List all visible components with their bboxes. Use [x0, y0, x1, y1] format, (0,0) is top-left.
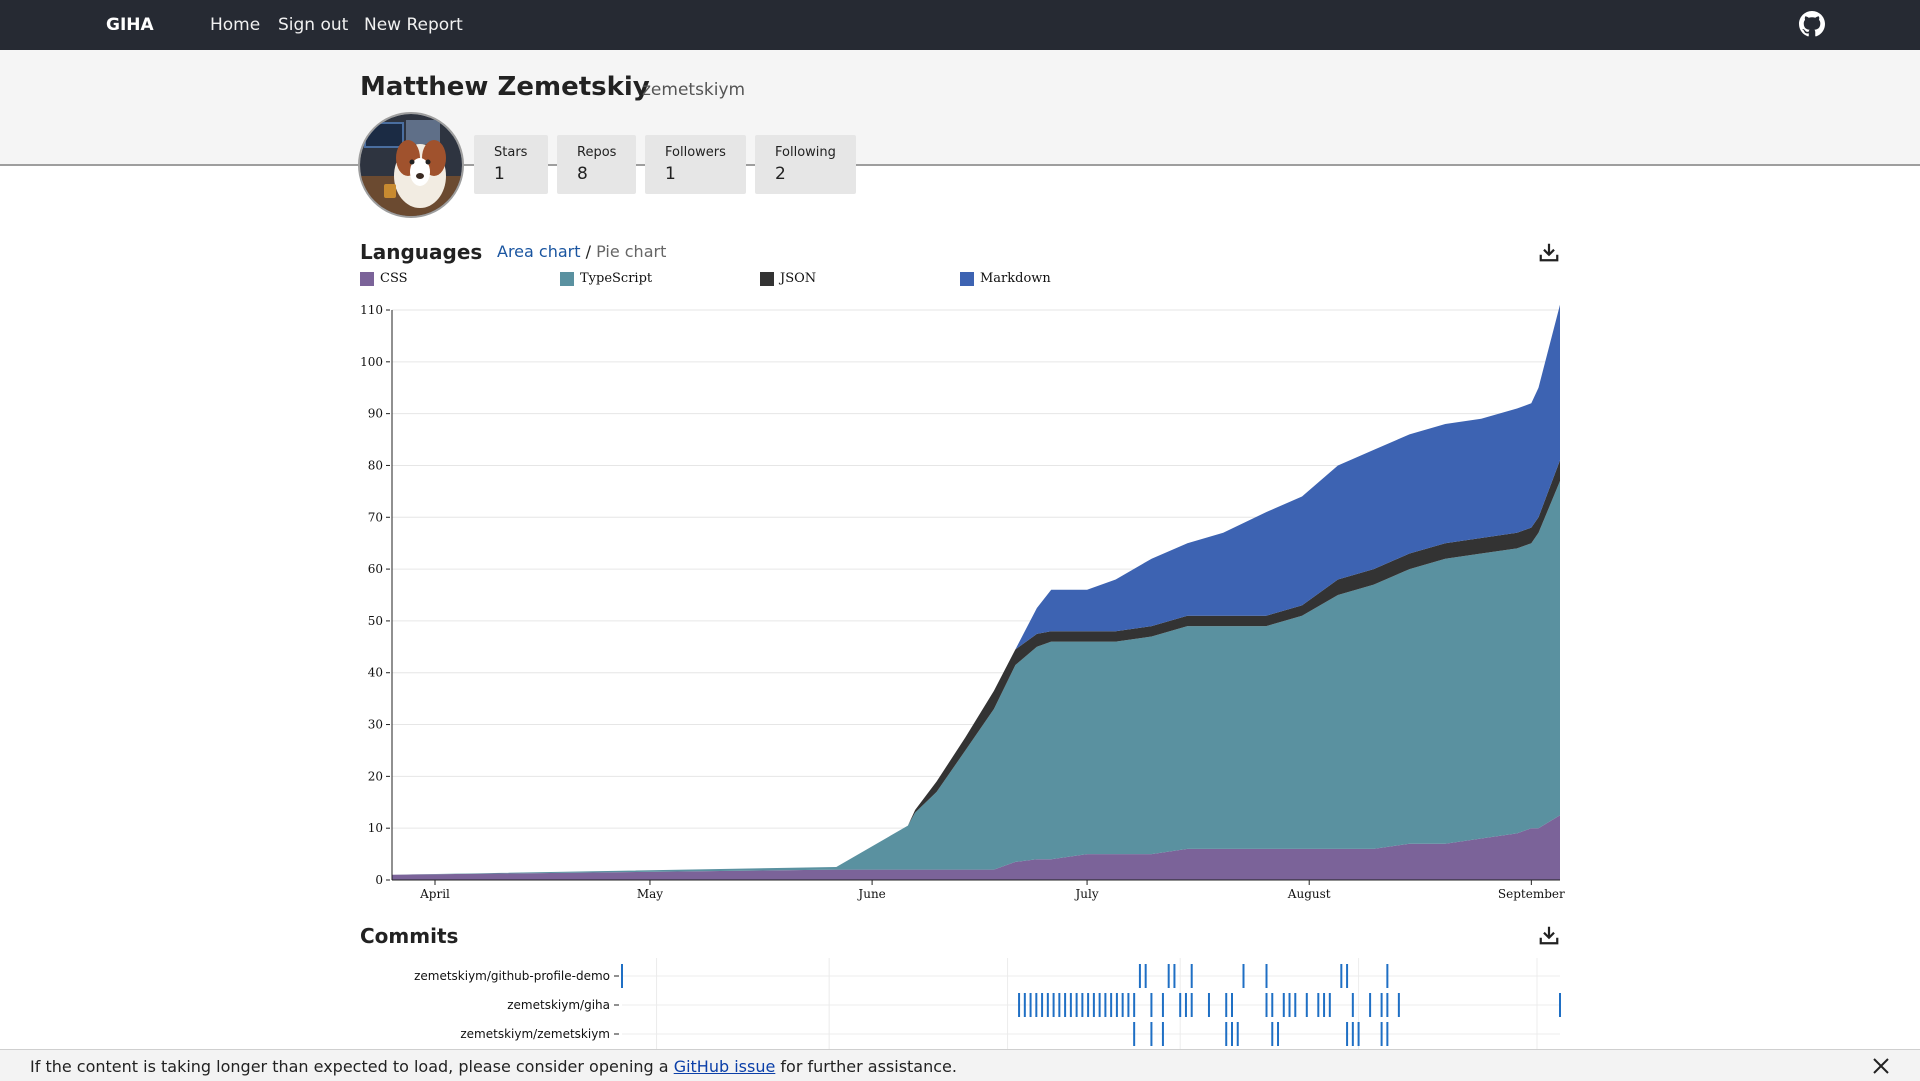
stat-label: Following	[775, 145, 836, 160]
avatar-photo	[360, 114, 462, 216]
github-icon[interactable]	[1799, 11, 1825, 37]
github-issue-link[interactable]: GitHub issue	[674, 1057, 776, 1076]
languages-title: Languages	[360, 240, 483, 264]
nav-new-report-link[interactable]: New Report	[364, 15, 463, 35]
stat-label: Stars	[494, 145, 528, 160]
repo-label: zemetskiym/zemetskiym	[460, 1027, 610, 1041]
legend-label: TypeScript	[580, 271, 653, 286]
profile-login: zemetskiym	[642, 80, 746, 100]
switch-separator: /	[585, 242, 591, 261]
stat-value: 1	[494, 164, 505, 184]
y-tick-label: 90	[368, 407, 383, 421]
y-tick-label: 70	[368, 510, 383, 524]
stat-repos: Repos 8	[557, 135, 636, 194]
avatar	[358, 112, 464, 218]
stat-value: 1	[665, 164, 676, 184]
stat-stars: Stars 1	[474, 135, 548, 194]
commits-timeline-chart: zemetskiym/github-profile-demo zemetskiym…	[414, 958, 1561, 1050]
profile-name: Matthew Zemetskiy	[360, 72, 650, 102]
y-tick-label: 30	[368, 718, 383, 732]
stat-followers: Followers 1	[645, 135, 746, 194]
stat-value: 2	[775, 164, 786, 184]
repo-label: zemetskiym/github-profile-demo	[414, 969, 610, 983]
y-tick-label: 100	[360, 355, 383, 369]
download-icon[interactable]	[1538, 924, 1560, 946]
chart-type-switch: Area chart / Pie chart	[497, 242, 666, 261]
download-icon[interactable]	[1538, 241, 1560, 263]
top-navbar: GIHA Home Sign out New Report	[0, 0, 1920, 50]
brand-logo[interactable]: GIHA	[106, 15, 154, 35]
profile-header	[0, 50, 1920, 166]
close-icon[interactable]	[1872, 1057, 1890, 1075]
notice-text-after: for further assistance.	[775, 1057, 957, 1076]
legend-swatch	[760, 272, 774, 286]
notice-text-before: If the content is taking longer than exp…	[30, 1057, 674, 1076]
legend-label: JSON	[780, 271, 817, 286]
stat-value: 8	[577, 164, 588, 184]
nav-home-link[interactable]: Home	[210, 15, 260, 35]
y-tick-label: 0	[375, 873, 383, 887]
y-tick-label: 60	[368, 562, 383, 576]
notice-text: If the content is taking longer than exp…	[30, 1057, 957, 1076]
nav-sign-out-link[interactable]: Sign out	[278, 15, 348, 35]
x-tick-label: June	[856, 887, 885, 901]
x-tick-label: May	[637, 887, 663, 901]
stat-label: Followers	[665, 145, 726, 160]
repo-label: zemetskiym/giha	[507, 998, 610, 1012]
x-tick-label: April	[419, 887, 450, 901]
legend-swatch	[560, 272, 574, 286]
y-tick-label: 40	[368, 666, 383, 680]
x-tick-label: September	[1498, 887, 1565, 901]
x-tick-label: August	[1287, 887, 1331, 901]
y-tick-label: 110	[360, 303, 383, 317]
languages-area-chart: 0 10 20 30 40 50 60 70 80 90 100 110 April May June Jul…	[360, 303, 1565, 901]
legend-label: Markdown	[980, 271, 1051, 286]
y-tick-label: 10	[368, 821, 383, 835]
pie-chart-link[interactable]: Pie chart	[596, 242, 666, 261]
stat-following: Following 2	[755, 135, 856, 194]
stat-label: Repos	[577, 145, 617, 160]
y-tick-label: 50	[368, 614, 383, 628]
area-chart-link[interactable]: Area chart	[497, 242, 581, 261]
commits-title: Commits	[360, 924, 459, 948]
y-tick-label: 80	[368, 458, 383, 472]
legend-swatch	[960, 272, 974, 286]
legend-label: CSS	[380, 271, 408, 286]
x-tick-label: July	[1073, 887, 1098, 901]
y-tick-label: 20	[368, 769, 383, 783]
loading-notice: If the content is taking longer than exp…	[0, 1049, 1920, 1081]
legend-swatch	[360, 272, 374, 286]
